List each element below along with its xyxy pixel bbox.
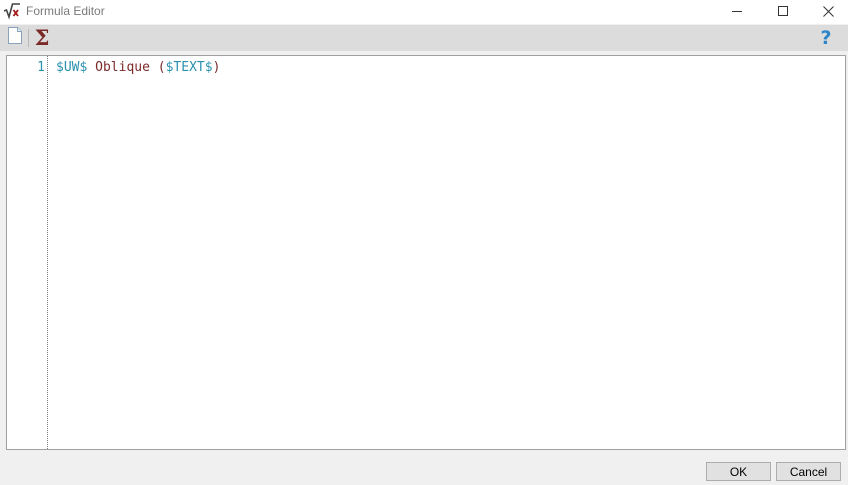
maximize-button[interactable] [760,0,806,22]
minimize-button[interactable] [714,0,760,22]
help-button[interactable]: ? [815,27,837,49]
minimize-icon [732,6,742,16]
formula-text-editor[interactable]: 1 $UW$ Oblique ($TEXT$) [6,55,846,450]
help-icon: ? [820,27,832,49]
ok-button[interactable]: OK [706,462,771,481]
cancel-button[interactable]: Cancel [776,462,841,481]
close-button[interactable] [805,0,848,22]
line-number: 1 [37,60,45,75]
title-bar: Formula Editor [0,0,848,24]
formula-editor-window: Formula Editor Σ ? 1 $UW$ Oblique ($TEXT… [0,0,848,485]
variable-token: $UW$ [56,60,88,75]
square-root-x-icon [3,2,21,20]
text-token: Oblique ( [87,60,166,75]
insert-function-button[interactable]: Σ [31,27,53,49]
code-line[interactable]: $UW$ Oblique ($TEXT$) [56,60,220,76]
maximize-icon [778,6,788,16]
toolbar: Σ ? [0,25,848,51]
new-document-icon [7,27,23,49]
sigma-icon: Σ [34,25,50,50]
line-number-gutter: 1 [7,56,48,449]
new-formula-button[interactable] [4,27,26,49]
window-title: Formula Editor [26,4,105,18]
close-icon [822,5,834,17]
toolbar-separator [28,29,29,47]
text-token: ) [212,60,221,75]
variable-token: $TEXT$ [165,60,213,75]
